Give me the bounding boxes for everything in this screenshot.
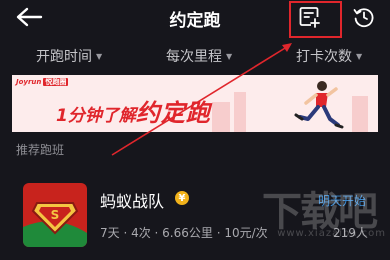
filter-start-time[interactable]: 开跑时间 ▼ — [36, 46, 102, 66]
banner-building-decoration — [352, 96, 368, 132]
participant-count: 219人 — [333, 226, 368, 240]
filter-distance[interactable]: 每次里程 ▼ — [166, 46, 232, 66]
caret-down-icon: ▼ — [226, 51, 233, 61]
history-button[interactable] — [352, 5, 376, 29]
screen: 约定跑 开跑时间 ▼ 每次里程 ▼ 打卡次数 ▼ Joyrun 悦跑圈 1分钟了… — [0, 0, 390, 260]
clock-history-icon — [353, 8, 374, 28]
banner-building-decoration — [212, 102, 230, 132]
page-title: 约定跑 — [169, 11, 221, 31]
superhero-emblem-icon: S — [23, 202, 87, 247]
filter-label: 每次里程 — [166, 49, 222, 65]
team-list-item[interactable]: S 蚂蚁战队 ¥ 明天开始 7天 · 4次 · 6.66公里 · 10元/次 2… — [0, 168, 390, 260]
header-bar: 约定跑 — [0, 0, 390, 38]
start-status: 明天开始 — [318, 194, 367, 208]
team-name: 蚂蚁战队 — [100, 192, 165, 211]
svg-text:S: S — [51, 208, 60, 222]
promo-banner[interactable]: Joyrun 悦跑圈 1分钟了解约定跑 — [12, 75, 378, 132]
back-button[interactable] — [14, 5, 44, 29]
team-details: 7天 · 4次 · 6.66公里 · 10元/次 — [100, 226, 268, 240]
filter-label: 开跑时间 — [36, 49, 92, 65]
highlight-annotation-box — [289, 1, 342, 38]
filter-checkins[interactable]: 打卡次数 ▼ — [296, 46, 362, 66]
coin-badge-icon: ¥ — [175, 191, 189, 205]
joyrun-logo: Joyrun 悦跑圈 — [16, 78, 69, 86]
caret-down-icon: ▼ — [96, 51, 103, 61]
runner-illustration — [294, 81, 344, 129]
banner-headline: 1分钟了解约定跑 — [56, 99, 211, 127]
filter-label: 打卡次数 — [296, 49, 352, 65]
section-label-recommended: 推荐跑班 — [16, 143, 65, 157]
filter-bar: 开跑时间 ▼ 每次里程 ▼ 打卡次数 ▼ — [0, 42, 390, 70]
team-avatar: S — [23, 183, 87, 247]
banner-building-decoration — [234, 92, 246, 132]
caret-down-icon: ▼ — [356, 51, 363, 61]
arrow-left-icon — [16, 7, 43, 27]
